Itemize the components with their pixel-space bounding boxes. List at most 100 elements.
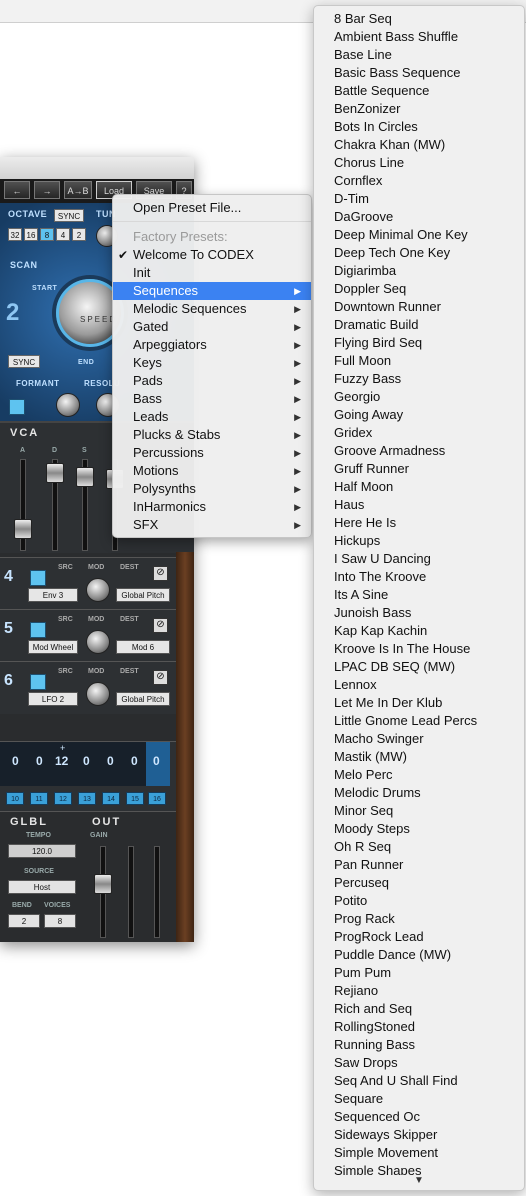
sequence-preset-item[interactable]: Saw Drops [314, 1054, 524, 1072]
sequence-preset-item[interactable]: Potito [314, 892, 524, 910]
ab-compare-button[interactable]: A→B [64, 181, 92, 199]
sequence-preset-item[interactable]: Chakra Khan (MW) [314, 136, 524, 154]
sequence-preset-item[interactable]: Doppler Seq [314, 280, 524, 298]
menu-item-init[interactable]: Init [113, 264, 311, 282]
sequence-preset-item[interactable]: Sequare [314, 1090, 524, 1108]
sequence-preset-item[interactable]: Base Line [314, 46, 524, 64]
step-value[interactable]: 12 [55, 754, 68, 768]
sequence-preset-item[interactable]: Half Moon [314, 478, 524, 496]
sequence-preset-item[interactable]: Hickups [314, 532, 524, 550]
sequence-preset-item[interactable]: ProgRock Lead [314, 928, 524, 946]
sequence-preset-item[interactable]: Simple Shapes [314, 1162, 524, 1175]
sequence-preset-item[interactable]: I Saw U Dancing [314, 550, 524, 568]
sequence-preset-item[interactable]: Let Me In Der Klub [314, 694, 524, 712]
sequence-preset-item[interactable]: Chorus Line [314, 154, 524, 172]
mod-row-toggle[interactable] [30, 622, 46, 638]
sequence-preset-item[interactable]: Sideways Skipper [314, 1126, 524, 1144]
sync-button[interactable]: SYNC [54, 209, 84, 222]
octave-2-button[interactable]: 2 [72, 228, 86, 241]
step-value[interactable]: 0 [36, 754, 43, 768]
sequence-preset-item[interactable]: Haus [314, 496, 524, 514]
menu-item-leads[interactable]: Leads ▶ [113, 408, 311, 426]
menu-item-bass[interactable]: Bass ▶ [113, 390, 311, 408]
sequence-preset-item[interactable]: Melo Perc [314, 766, 524, 784]
sequence-preset-item[interactable]: Moody Steps [314, 820, 524, 838]
sequence-preset-item[interactable]: Groove Armadness [314, 442, 524, 460]
sequence-preset-item[interactable]: Here He Is [314, 514, 524, 532]
sequence-preset-item[interactable]: Pum Pum [314, 964, 524, 982]
sequence-preset-item[interactable]: Kap Kap Kachin [314, 622, 524, 640]
sequence-preset-item[interactable]: Rich and Seq [314, 1000, 524, 1018]
mod-source-select[interactable]: LFO 2 [28, 692, 78, 706]
menu-item-sfx[interactable]: SFX ▶ [113, 516, 311, 534]
octave-32-button[interactable]: 32 [8, 228, 22, 241]
sequence-preset-item[interactable]: Bots In Circles [314, 118, 524, 136]
sequence-preset-item[interactable]: Basic Bass Sequence [314, 64, 524, 82]
mod-dest-select[interactable]: Mod 6 [116, 640, 170, 654]
decay-fader[interactable] [46, 463, 64, 483]
sequence-preset-item[interactable]: Deep Minimal One Key [314, 226, 524, 244]
sequence-preset-item[interactable]: DaGroove [314, 208, 524, 226]
tempo-field[interactable]: 120.0 [8, 844, 76, 858]
sequence-preset-item[interactable]: Macho Swinger [314, 730, 524, 748]
sequence-preset-item[interactable]: Into The Kroove [314, 568, 524, 586]
menu-item-inharmonics[interactable]: InHarmonics ▶ [113, 498, 311, 516]
menu-item-melodic-sequences[interactable]: Melodic Sequences ▶ [113, 300, 311, 318]
menu-item-motions[interactable]: Motions ▶ [113, 462, 311, 480]
mod-source-select[interactable]: Mod Wheel [28, 640, 78, 654]
menu-item-percussions[interactable]: Percussions ▶ [113, 444, 311, 462]
menu-item-keys[interactable]: Keys ▶ [113, 354, 311, 372]
sequence-preset-item[interactable]: Downtown Runner [314, 298, 524, 316]
menu-item-gated[interactable]: Gated ▶ [113, 318, 311, 336]
step-value[interactable]: 0 [107, 754, 114, 768]
mod-amount-knob[interactable] [86, 630, 110, 654]
sequence-preset-item[interactable]: RollingStoned [314, 1018, 524, 1036]
sequence-preset-item[interactable]: Little Gnome Lead Percs [314, 712, 524, 730]
sequence-preset-item[interactable]: Fuzzy Bass [314, 370, 524, 388]
sequence-preset-item[interactable]: Digiarimba [314, 262, 524, 280]
sequence-preset-item[interactable]: Running Bass [314, 1036, 524, 1054]
step-number[interactable]: 13 [78, 792, 96, 805]
sequence-preset-item[interactable]: Georgio [314, 388, 524, 406]
sequence-preset-item[interactable]: Gruff Runner [314, 460, 524, 478]
bypass-icon[interactable]: ⊘ [153, 566, 168, 581]
sequence-preset-item[interactable]: Sequenced Oc [314, 1108, 524, 1126]
mod-dest-select[interactable]: Global Pitch [116, 692, 170, 706]
sequence-preset-item[interactable]: Battle Sequence [314, 82, 524, 100]
step-value[interactable]: 0 [12, 754, 19, 768]
mod-row-toggle[interactable] [30, 674, 46, 690]
mod-amount-knob[interactable] [86, 578, 110, 602]
menu-item-pads[interactable]: Pads ▶ [113, 372, 311, 390]
sequence-preset-item[interactable]: BenZonizer [314, 100, 524, 118]
bypass-icon[interactable]: ⊘ [153, 670, 168, 685]
scroll-down-icon[interactable]: ▼ [314, 1175, 524, 1186]
sequence-preset-item[interactable]: Simple Movement [314, 1144, 524, 1162]
mod-source-select[interactable]: Env 3 [28, 588, 78, 602]
menu-item-open-preset[interactable]: Open Preset File... [113, 199, 311, 217]
mod-row-toggle[interactable] [30, 570, 46, 586]
sequence-preset-item[interactable]: Ambient Bass Shuffle [314, 28, 524, 46]
formant-knob[interactable] [56, 393, 80, 417]
gain-fader[interactable] [94, 874, 112, 894]
sequence-preset-item[interactable]: Dramatic Build [314, 316, 524, 334]
sequence-preset-item[interactable]: Going Away [314, 406, 524, 424]
sequence-preset-item[interactable]: Lennox [314, 676, 524, 694]
octave-16-button[interactable]: 16 [24, 228, 38, 241]
step-value[interactable]: 0 [153, 754, 160, 768]
menu-item-sequences[interactable]: Sequences ▶ [113, 282, 311, 300]
step-number[interactable]: 12 [54, 792, 72, 805]
sequence-preset-item[interactable]: Its A Sine [314, 586, 524, 604]
sequence-preset-item[interactable]: Melodic Drums [314, 784, 524, 802]
sequence-preset-item[interactable]: Percuseq [314, 874, 524, 892]
bypass-icon[interactable]: ⊘ [153, 618, 168, 633]
sequence-preset-item[interactable]: Gridex [314, 424, 524, 442]
sequence-preset-item[interactable]: Seq And U Shall Find [314, 1072, 524, 1090]
step-number[interactable]: 10 [6, 792, 24, 805]
sequence-preset-item[interactable]: D-Tim [314, 190, 524, 208]
sequence-preset-item[interactable]: Kroove Is In The House [314, 640, 524, 658]
sequence-preset-item[interactable]: Mastik (MW) [314, 748, 524, 766]
octave-8-button[interactable]: 8 [40, 228, 54, 241]
step-value[interactable]: 0 [83, 754, 90, 768]
sequence-preset-item[interactable]: 8 Bar Seq [314, 10, 524, 28]
sequence-preset-item[interactable]: Pan Runner [314, 856, 524, 874]
